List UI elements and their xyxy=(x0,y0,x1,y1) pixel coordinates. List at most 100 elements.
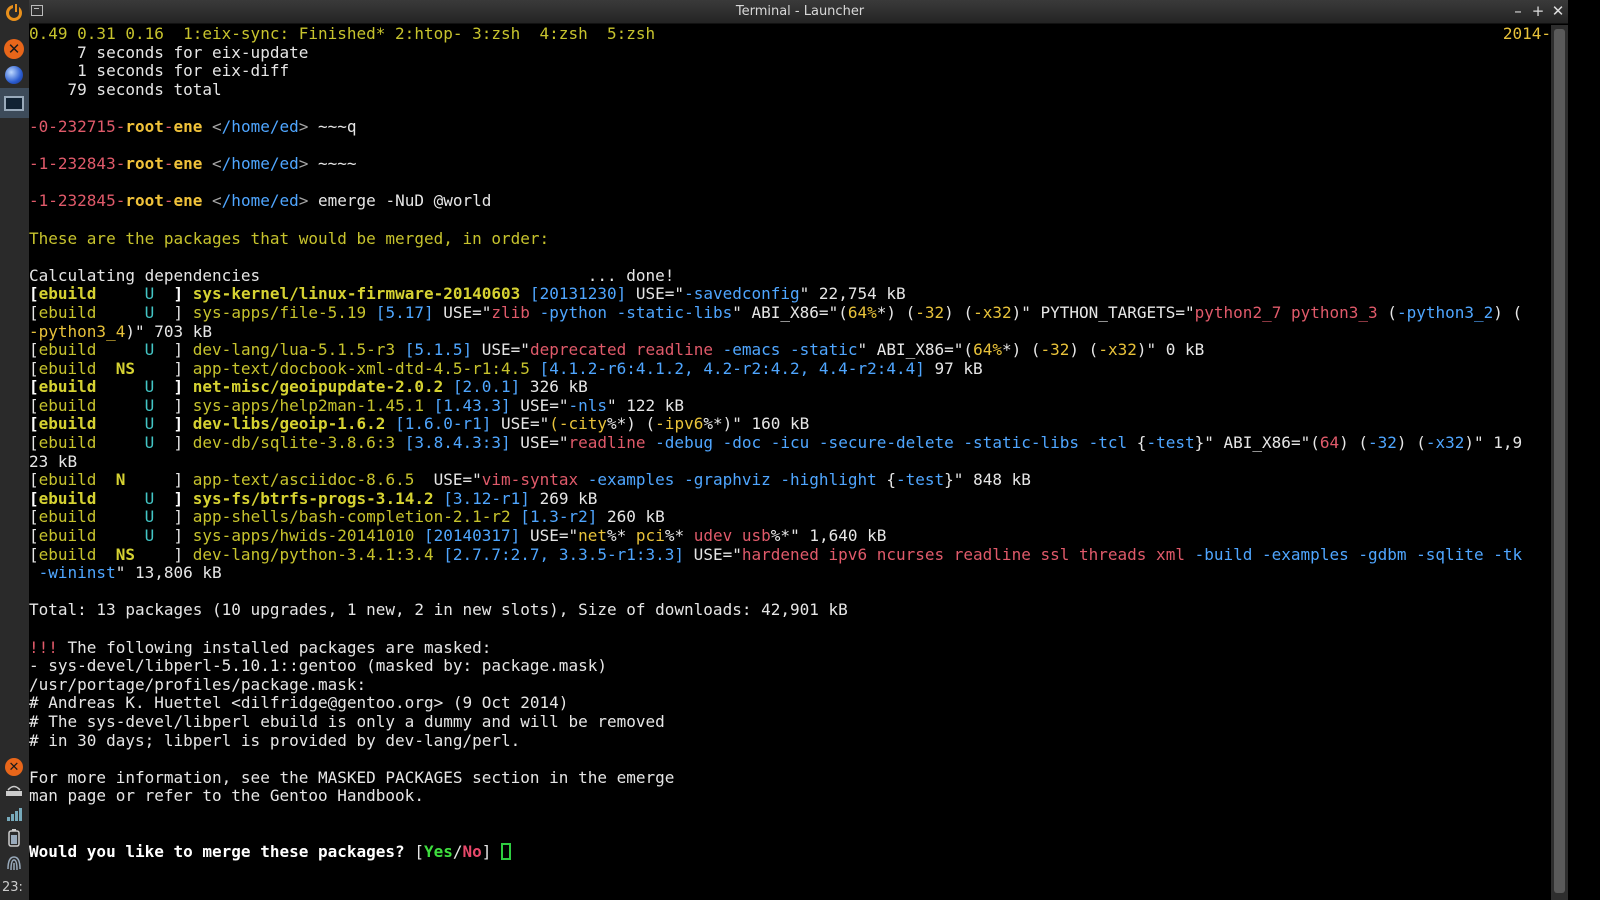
terminal-text-segment: ] xyxy=(154,414,193,434)
terminal-text-segment: [ xyxy=(29,395,39,415)
terminal-text-segment: Calculating dependencies ... done! xyxy=(29,265,675,285)
window-edge xyxy=(1568,0,1600,900)
terminal-text-segment: -1-232845- xyxy=(29,191,126,211)
terminal-text-segment: ebuild xyxy=(38,507,145,527)
terminal-text-segment: pci xyxy=(635,526,665,546)
terminal-text-segment: -python -static-libs xyxy=(529,302,733,322)
terminal-text-segment: > xyxy=(298,116,309,136)
terminal-text-segment: ebuild xyxy=(38,377,145,397)
window-titlebar[interactable]: Terminal - Launcher – + ✕ xyxy=(0,0,1600,24)
terminal-text-segment: [ xyxy=(29,507,39,527)
terminal-text-segment: app-shells/bash-completion-2.1-r2 xyxy=(192,507,511,527)
terminal-text-segment: [1.43.3] xyxy=(423,395,511,415)
terminal-text-segment: -debug -doc -icu -secure-delete -static-… xyxy=(645,433,1128,453)
terminal-text-segment: [2.7.7:2.7, 3.3.5-r1:3.3] xyxy=(433,544,685,564)
terminal-text-segment: [4.1.2-r6:4.1.2, 4.2-r2:4.2, 4.4-r2:4.4] xyxy=(529,358,925,378)
terminal-text-segment: 64% xyxy=(973,340,1002,360)
terminal-text-segment: 64% xyxy=(847,302,877,322)
prompt-no-option[interactable]: No xyxy=(463,842,482,861)
terminal-text-segment: ene xyxy=(173,116,203,136)
network-icon[interactable] xyxy=(2,778,26,802)
terminal-text-segment: python2_7 python3_3 xyxy=(1194,302,1378,322)
terminal-text-segment: # The sys-devel/libperl ebuild is only a… xyxy=(29,711,665,731)
terminal-app-icon[interactable] xyxy=(2,91,26,115)
terminal-line: [ebuild U ] dev-lang/lua-5.1.5-r3 [5.1.5… xyxy=(29,340,1549,360)
terminal-line: -0-232715-root-ene </home/ed> ~~~q xyxy=(29,116,1549,137)
terminal-text-segment: )" PYTHON_TARGETS=" xyxy=(1011,302,1195,322)
minimize-button[interactable]: – xyxy=(1508,2,1528,20)
battery-icon[interactable] xyxy=(2,826,26,850)
terminal-text-segment: U xyxy=(144,284,155,304)
terminal-text-segment: emerge -NuD @world xyxy=(308,191,492,211)
terminal-text-segment: net-misc/geoipupdate-2.0.2 xyxy=(192,377,444,397)
terminal-text-segment: - xyxy=(163,154,174,174)
terminal-text-segment: *) ( xyxy=(876,302,916,322)
terminal-text-segment: 97 kB xyxy=(924,358,983,378)
maximize-button[interactable]: + xyxy=(1528,2,1548,20)
terminal-line: - sys-devel/libperl-5.10.1::gentoo (mask… xyxy=(29,656,1549,676)
terminal-text-segment: # in 30 days; libperl is provided by dev… xyxy=(29,730,521,750)
terminal-text-segment: -wininst xyxy=(29,563,116,583)
terminal-text-segment: ] xyxy=(154,377,193,397)
browser-globe-icon[interactable] xyxy=(2,63,26,87)
terminal-text-segment: [ xyxy=(29,544,39,564)
terminal-text-segment: " ABI_X86="( xyxy=(732,302,848,322)
scrollbar-thumb[interactable] xyxy=(1554,29,1565,893)
terminal-text-segment: ( xyxy=(1377,302,1397,322)
terminal-cursor[interactable] xyxy=(501,843,512,861)
terminal-text-segment: -test xyxy=(1146,433,1195,453)
terminal-scrollbar[interactable] xyxy=(1551,25,1568,900)
close-app-icon[interactable]: ✕ xyxy=(2,755,26,779)
terminal-text-segment: These are the packages that would be mer… xyxy=(29,228,550,248)
close-button[interactable]: ✕ xyxy=(1548,2,1568,20)
terminal-text-segment: -test xyxy=(896,470,945,490)
terminal-text-segment: -x32 xyxy=(973,302,1012,322)
terminal-line: 23 kB xyxy=(29,452,1549,472)
signal-bars-icon[interactable] xyxy=(2,802,26,826)
terminal-text-segment: 2014-10-14, 23:28:52 xyxy=(1502,25,1549,43)
terminal-text-segment: ] xyxy=(134,358,193,378)
terminal-line: -python3_4)" 703 kB xyxy=(29,321,1549,342)
terminal-text-segment: U xyxy=(144,488,155,508)
terminal-text-segment: [3.8.4.3:3] xyxy=(395,433,511,453)
fingerprint-icon[interactable] xyxy=(2,851,26,875)
terminal-line: 7 seconds for eix-update xyxy=(29,43,1549,63)
power-icon[interactable] xyxy=(2,1,26,25)
prompt-yes-option[interactable]: Yes xyxy=(424,842,453,861)
terminal-text-segment: 79 seconds total xyxy=(29,79,222,99)
terminal-text-segment: -0-232715- xyxy=(29,116,126,136)
terminal-output[interactable]: 0.49 0.31 0.16 1:eix-sync: Finished* 2:h… xyxy=(29,25,1549,900)
terminal-line: [ebuild U ] sys-apps/help2man-1.45.1 [1.… xyxy=(29,395,1549,416)
close-app-icon[interactable]: ✕ xyxy=(2,37,26,61)
terminal-text-segment: U xyxy=(144,414,155,434)
terminal-text-segment: [ xyxy=(29,470,39,490)
terminal-text-segment: # Andreas K. Huettel <dilfridge@gentoo.o… xyxy=(29,693,569,713)
terminal-text-segment: [2.0.1] xyxy=(443,377,521,397)
terminal-text-segment: 0.49 0.31 0.16 1:eix-sync: Finished* 2:h… xyxy=(29,25,656,43)
terminal-text-segment: The following installed packages are mas… xyxy=(57,637,492,657)
terminal-text-segment: - xyxy=(163,116,174,136)
terminal-text-segment: USE=" xyxy=(626,284,685,304)
merge-prompt[interactable]: Would you like to merge these packages? … xyxy=(29,842,1549,862)
terminal-text-segment: udev usb xyxy=(693,526,771,546)
terminal-text-segment: " ABI_X86="( xyxy=(857,340,974,360)
terminal-text-segment: ebuild xyxy=(38,470,116,490)
terminal-text-segment: /usr/portage/profiles/package.mask: xyxy=(29,674,367,694)
terminal-text-segment: [ xyxy=(29,488,39,508)
terminal-text-segment: ene xyxy=(173,154,203,174)
terminal-text-segment: /home/ed xyxy=(221,191,299,211)
terminal-text-segment: sys-apps/file-5.19 xyxy=(192,302,367,322)
terminal-text-segment: ] xyxy=(154,340,193,360)
terminal-text-segment: - xyxy=(163,191,174,211)
terminal-text-segment: ] xyxy=(154,284,193,304)
terminal-text-segment: [1.6.0-r1] xyxy=(385,414,492,434)
terminal-text-segment: -savedconfig xyxy=(684,284,800,304)
terminal-text-segment: -32 xyxy=(1368,433,1397,453)
terminal-text-segment: ) ( xyxy=(1396,433,1426,453)
terminal-text-segment: )" 703 kB xyxy=(125,321,213,341)
prompt-slash: / xyxy=(452,842,463,862)
terminal-text-segment: " 22,754 kB xyxy=(799,284,906,304)
